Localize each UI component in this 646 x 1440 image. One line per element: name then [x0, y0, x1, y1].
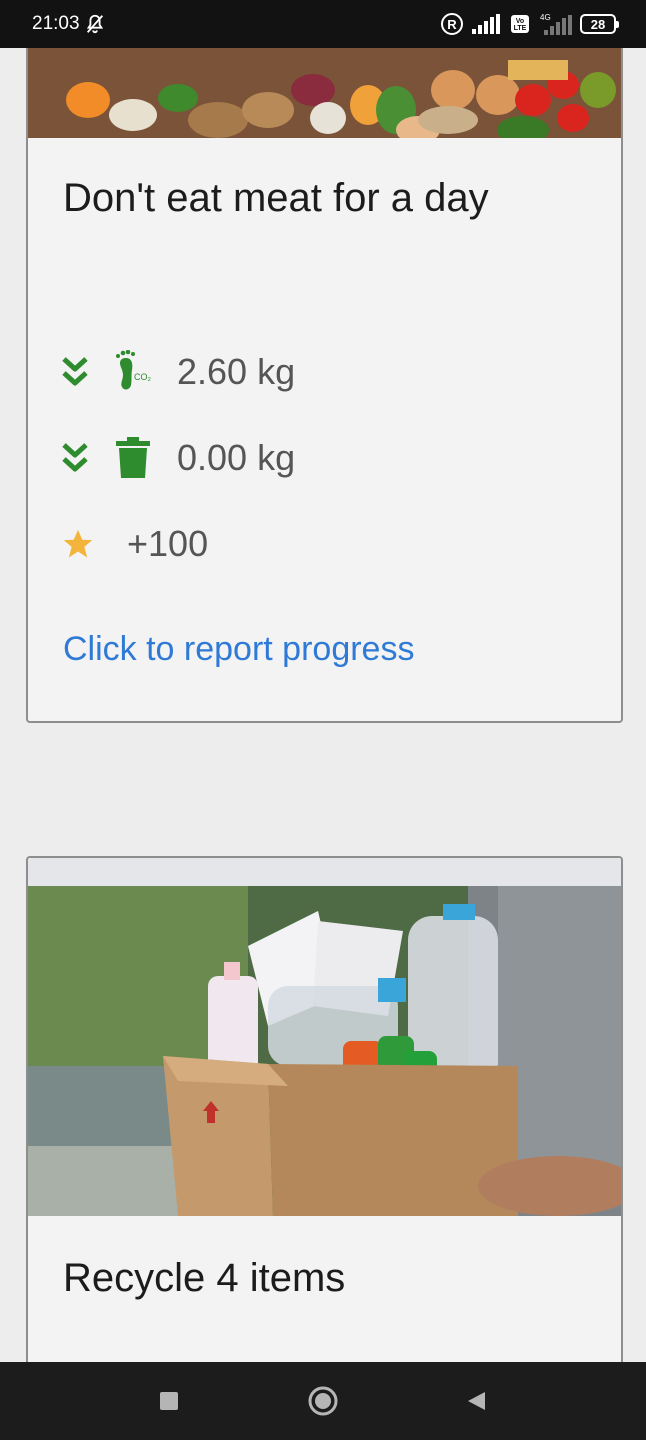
- signal-4g-icon: 4G: [538, 13, 572, 35]
- svg-text:R: R: [447, 17, 457, 32]
- recents-button[interactable]: [147, 1379, 191, 1423]
- challenge-card[interactable]: Recycle 4 items: [26, 856, 623, 1362]
- bell-off-icon: [84, 13, 106, 35]
- report-progress-link[interactable]: Click to report progress: [63, 630, 414, 669]
- signal-icon: [472, 14, 502, 34]
- card-title: Don't eat meat for a day: [63, 176, 489, 220]
- svg-text:LTE: LTE: [514, 25, 527, 32]
- svg-text:CO₂: CO₂: [134, 372, 152, 382]
- recycling-box-image: [28, 886, 621, 1216]
- status-time: 21:03: [32, 13, 80, 34]
- trash-icon: [113, 436, 153, 480]
- card-title: Recycle 4 items: [63, 1256, 346, 1300]
- co2-savings-row: CO₂ 2.60 kg: [61, 350, 295, 394]
- battery-level: 28: [590, 16, 606, 32]
- svg-text:Vo: Vo: [516, 18, 524, 25]
- waste-value: 0.00 kg: [177, 437, 296, 478]
- challenge-list[interactable]: Don't eat meat for a day CO₂ 2.60 kg 0.0…: [0, 48, 646, 1362]
- points-value: +100: [127, 523, 209, 564]
- double-chevron-down-icon: [61, 440, 89, 476]
- registered-icon: R: [440, 12, 464, 36]
- navigation-bar: [0, 1362, 646, 1440]
- status-bar: 21:03 R Vo LTE 4G 28: [0, 0, 646, 48]
- waste-savings-row: 0.00 kg: [61, 436, 295, 480]
- co2-value: 2.60 kg: [177, 351, 296, 392]
- footprint-co2-icon: CO₂: [113, 350, 153, 394]
- back-button[interactable]: [455, 1379, 499, 1423]
- vegetables-image: [28, 48, 621, 138]
- challenge-card[interactable]: Don't eat meat for a day CO₂ 2.60 kg 0.0…: [26, 48, 623, 723]
- card-header-strip: [28, 858, 621, 886]
- svg-text:4G: 4G: [540, 13, 551, 22]
- star-icon: [61, 526, 97, 562]
- volte-icon: Vo LTE: [510, 14, 530, 34]
- home-button[interactable]: [301, 1379, 345, 1423]
- double-chevron-down-icon: [61, 354, 89, 390]
- points-row: +100: [61, 523, 208, 565]
- battery-icon: 28: [580, 14, 619, 34]
